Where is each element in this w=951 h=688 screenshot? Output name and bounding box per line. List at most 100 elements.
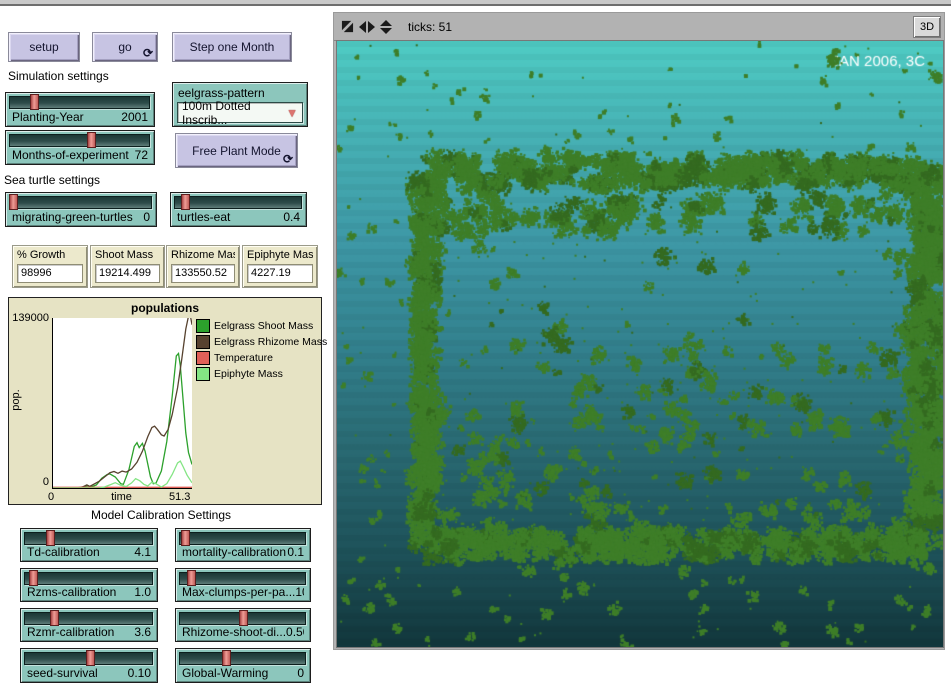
- step-one-month-button[interactable]: Step one Month: [172, 32, 292, 62]
- slider-value: 2001: [121, 110, 148, 124]
- slider-label: Td-calibration: [27, 545, 100, 559]
- setup-button[interactable]: setup: [8, 32, 80, 62]
- slider-handle[interactable]: [181, 194, 190, 210]
- view-header: ticks: 51 3D: [334, 13, 944, 41]
- slider-track[interactable]: [179, 572, 306, 585]
- eelgrass-pattern-chooser: eelgrass-pattern 100m Dotted Inscrib... …: [172, 82, 308, 127]
- legend-swatch-temperature: [196, 351, 210, 365]
- slider-value: 0: [143, 210, 150, 224]
- planting-year-slider[interactable]: Planting-Year 2001: [5, 92, 155, 127]
- vertical-arrows-icon[interactable]: [380, 20, 392, 34]
- netlogo-app: setup go ⟳ Step one Month Simulation set…: [0, 0, 951, 688]
- monitor-label: % Growth: [17, 249, 83, 261]
- go-button[interactable]: go ⟳: [92, 32, 158, 62]
- legend-label: Eelgrass Rhizome Mass: [214, 336, 327, 348]
- monitor-value: 4227.19: [247, 264, 313, 283]
- slider-label: seed-survival: [27, 666, 98, 680]
- legend-swatch-epiphyte: [196, 367, 210, 381]
- slider-label: mortality-calibration: [182, 545, 286, 559]
- mortality-calibration-slider[interactable]: mortality-calibration 0.1: [175, 528, 311, 562]
- setup-button-label: setup: [29, 40, 58, 54]
- slider-label: Rzmr-calibration: [27, 625, 114, 639]
- slider-label: turtles-eat: [177, 210, 230, 224]
- slider-track[interactable]: [174, 196, 302, 209]
- legend-label: Eelgrass Shoot Mass: [214, 320, 313, 332]
- 3d-view-button[interactable]: 3D: [913, 16, 941, 38]
- monitor-label: Epiphyte Mass: [247, 249, 313, 261]
- turtles-eat-slider[interactable]: turtles-eat 0.4: [170, 192, 307, 227]
- chevron-down-icon: ▼: [286, 108, 298, 118]
- slider-value: 10: [295, 585, 304, 599]
- monitor-value: 98996: [17, 264, 83, 283]
- slider-track[interactable]: [24, 532, 153, 545]
- slider-value: 1.0: [134, 585, 151, 599]
- slider-label: Rhizome-shoot-di...: [182, 625, 286, 639]
- window-top-strip: [0, 0, 951, 6]
- slider-label: Max-clumps-per-pa...: [182, 585, 295, 599]
- slider-handle[interactable]: [29, 570, 38, 586]
- slider-track[interactable]: [24, 612, 153, 625]
- slider-handle[interactable]: [46, 530, 55, 546]
- legend-entry: Eelgrass Shoot Mass: [196, 318, 327, 334]
- epiphyte-mass-monitor: Epiphyte Mass 4227.19: [242, 245, 318, 288]
- slider-track[interactable]: [24, 572, 153, 585]
- legend-entry: Temperature: [196, 350, 327, 366]
- migrating-green-turtles-slider[interactable]: migrating-green-turtles 0: [5, 192, 157, 227]
- go-button-label: go: [118, 40, 131, 54]
- legend-entry: Epiphyte Mass: [196, 366, 327, 382]
- sea-turtle-settings-label: Sea turtle settings: [4, 173, 100, 187]
- chooser-dropdown[interactable]: 100m Dotted Inscrib... ▼: [177, 102, 303, 123]
- max-clumps-slider[interactable]: Max-clumps-per-pa... 10: [175, 568, 311, 602]
- slider-handle[interactable]: [50, 610, 59, 626]
- slider-value: 4.1: [134, 545, 151, 559]
- horizontal-arrows-icon[interactable]: [359, 21, 375, 33]
- slider-handle[interactable]: [30, 94, 39, 110]
- slider-track[interactable]: [9, 134, 150, 147]
- slider-track[interactable]: [179, 612, 306, 625]
- slider-value: 0.4: [283, 210, 300, 224]
- x-axis-max-label: 51.3: [169, 491, 190, 503]
- slider-handle[interactable]: [239, 610, 248, 626]
- months-of-experiment-slider[interactable]: Months-of-experiment 72: [5, 130, 155, 165]
- slider-label: Months-of-experiment: [12, 148, 129, 162]
- td-calibration-slider[interactable]: Td-calibration 4.1: [20, 528, 158, 562]
- slider-track[interactable]: [179, 652, 306, 665]
- slider-value: 0.50: [286, 625, 304, 639]
- plot-legend: Eelgrass Shoot Mass Eelgrass Rhizome Mas…: [196, 318, 327, 382]
- slider-track[interactable]: [179, 532, 306, 545]
- slider-value: 0.1: [287, 545, 304, 559]
- slider-track[interactable]: [24, 652, 153, 665]
- plot-canvas: [53, 318, 192, 488]
- slider-handle[interactable]: [9, 194, 18, 210]
- world-canvas[interactable]: [337, 41, 943, 647]
- slider-value: 3.6: [134, 625, 151, 639]
- slider-handle[interactable]: [187, 570, 196, 586]
- slider-handle[interactable]: [87, 132, 96, 148]
- monitor-value: 133550.52: [171, 264, 235, 283]
- slider-track[interactable]: [9, 196, 152, 209]
- seed-survival-slider[interactable]: seed-survival 0.10: [20, 648, 158, 683]
- view-size-icon[interactable]: [341, 20, 354, 33]
- y-axis-min-label: 0: [9, 476, 49, 488]
- rzmr-calibration-slider[interactable]: Rzmr-calibration 3.6: [20, 608, 158, 642]
- slider-label: Rzms-calibration: [27, 585, 116, 599]
- legend-swatch-shoot: [196, 319, 210, 333]
- rhizome-shoot-slider[interactable]: Rhizome-shoot-di... 0.50: [175, 608, 311, 642]
- ticks-counter: ticks: 51: [408, 20, 452, 34]
- monitor-value: 19214.499: [95, 264, 160, 283]
- free-plant-mode-button[interactable]: Free Plant Mode ⟳: [175, 133, 298, 168]
- slider-label: migrating-green-turtles: [12, 210, 133, 224]
- slider-track[interactable]: [9, 96, 150, 109]
- slider-handle[interactable]: [86, 650, 95, 666]
- rhizome-mass-monitor: Rhizome Mass 133550.52: [166, 245, 240, 288]
- free-plant-mode-label: Free Plant Mode: [192, 144, 281, 158]
- shoot-mass-monitor: Shoot Mass 19214.499: [90, 245, 165, 288]
- model-calibration-settings-label: Model Calibration Settings: [8, 508, 314, 522]
- legend-label: Epiphyte Mass: [214, 368, 283, 380]
- legend-swatch-rhizome: [196, 335, 210, 349]
- rzms-calibration-slider[interactable]: Rzms-calibration 1.0: [20, 568, 158, 602]
- global-warming-slider[interactable]: Global-Warming 0: [175, 648, 311, 683]
- slider-handle[interactable]: [181, 530, 190, 546]
- monitor-label: Rhizome Mass: [171, 249, 235, 261]
- slider-handle[interactable]: [222, 650, 231, 666]
